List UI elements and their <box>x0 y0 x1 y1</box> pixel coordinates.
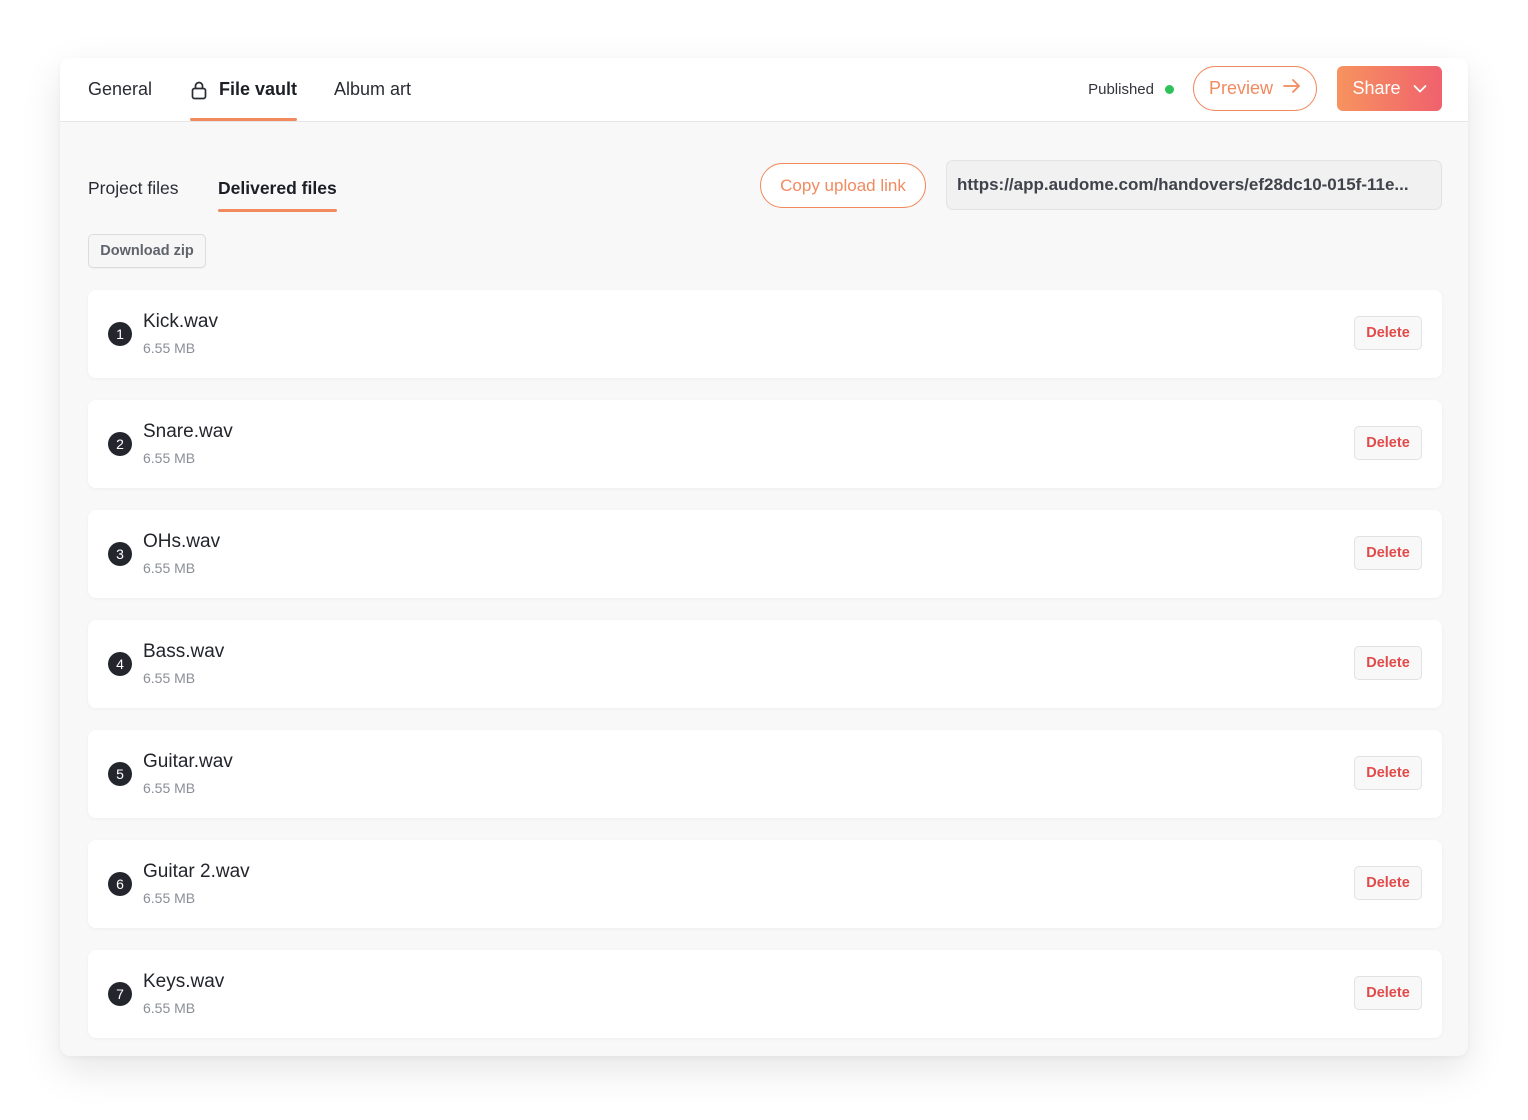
file-size: 6.55 MB <box>143 1000 196 1016</box>
tab-label: File vault <box>219 79 298 99</box>
share-label: Share <box>1352 78 1401 98</box>
share-button[interactable]: Share <box>1337 66 1442 111</box>
file-name: Kick.wav <box>143 311 218 332</box>
subtab-label: Delivered files <box>218 178 337 198</box>
download-zip-button[interactable]: Download zip <box>88 234 206 268</box>
delete-button[interactable]: Delete <box>1354 976 1422 1010</box>
delete-button[interactable]: Delete <box>1354 756 1422 790</box>
file-size: 6.55 MB <box>143 560 196 576</box>
delete-button[interactable]: Delete <box>1354 316 1422 350</box>
file-index-badge: 2 <box>108 432 132 456</box>
delete-button[interactable]: Delete <box>1354 426 1422 460</box>
tab-file-vault[interactable]: File vault <box>190 58 298 121</box>
list-item: 7 Keys.wav 6.55 MB Delete <box>88 950 1442 1038</box>
upload-url-text: https://app.audome.com/handovers/ef28dc1… <box>957 175 1409 194</box>
chevron-down-icon <box>1413 78 1427 99</box>
file-index-badge: 4 <box>108 652 132 676</box>
file-name: Snare.wav <box>143 421 233 442</box>
list-item: 4 Bass.wav 6.55 MB Delete <box>88 620 1442 708</box>
upload-url-field[interactable]: https://app.audome.com/handovers/ef28dc1… <box>946 160 1442 210</box>
file-index-badge: 1 <box>108 322 132 346</box>
tab-label: General <box>88 79 153 99</box>
list-item: 5 Guitar.wav 6.55 MB Delete <box>88 730 1442 818</box>
file-size: 6.55 MB <box>143 890 196 906</box>
subtab-project-files[interactable]: Project files <box>88 164 178 212</box>
status-dot <box>1165 85 1174 94</box>
file-size: 6.55 MB <box>143 670 196 686</box>
tab-album-art[interactable]: Album art <box>334 58 411 121</box>
delete-button[interactable]: Delete <box>1354 646 1422 680</box>
file-size: 6.55 MB <box>143 340 196 356</box>
list-item: 1 Kick.wav 6.55 MB Delete <box>88 290 1442 378</box>
lock-icon <box>190 80 208 100</box>
file-name: Keys.wav <box>143 971 225 992</box>
preview-button[interactable]: Preview <box>1193 66 1317 111</box>
delete-button[interactable]: Delete <box>1354 866 1422 900</box>
copy-upload-link-button[interactable]: Copy upload link <box>760 163 926 208</box>
file-size: 6.55 MB <box>143 780 196 796</box>
file-size: 6.55 MB <box>143 450 196 466</box>
subtab-label: Project files <box>88 178 179 198</box>
file-name: OHs.wav <box>143 531 221 552</box>
file-index-badge: 6 <box>108 872 132 896</box>
file-index-badge: 7 <box>108 982 132 1006</box>
top-navigation: General File vault Album art Published P… <box>60 58 1468 122</box>
list-item: 6 Guitar 2.wav 6.55 MB Delete <box>88 840 1442 928</box>
copy-link-label: Copy upload link <box>780 175 906 195</box>
file-vault-window: General File vault Album art Published P… <box>60 58 1468 1056</box>
file-name: Guitar.wav <box>143 751 233 772</box>
subtab-delivered-files[interactable]: Delivered files <box>218 164 337 212</box>
file-index-badge: 3 <box>108 542 132 566</box>
delete-button[interactable]: Delete <box>1354 536 1422 570</box>
list-item: 2 Snare.wav 6.55 MB Delete <box>88 400 1442 488</box>
publish-status: Published <box>1088 58 1174 121</box>
tab-label: Album art <box>334 79 412 99</box>
status-label: Published <box>1088 81 1154 98</box>
list-item: 3 OHs.wav 6.55 MB Delete <box>88 510 1442 598</box>
arrow-right-icon <box>1283 78 1301 99</box>
delivered-file-list: 1 Kick.wav 6.55 MB Delete 2 Snare.wav 6.… <box>88 290 1442 1056</box>
file-name: Guitar 2.wav <box>143 861 250 882</box>
file-index-badge: 5 <box>108 762 132 786</box>
tab-general[interactable]: General <box>88 58 152 121</box>
file-name: Bass.wav <box>143 641 225 662</box>
download-zip-label: Download zip <box>100 243 194 259</box>
preview-label: Preview <box>1208 78 1274 98</box>
